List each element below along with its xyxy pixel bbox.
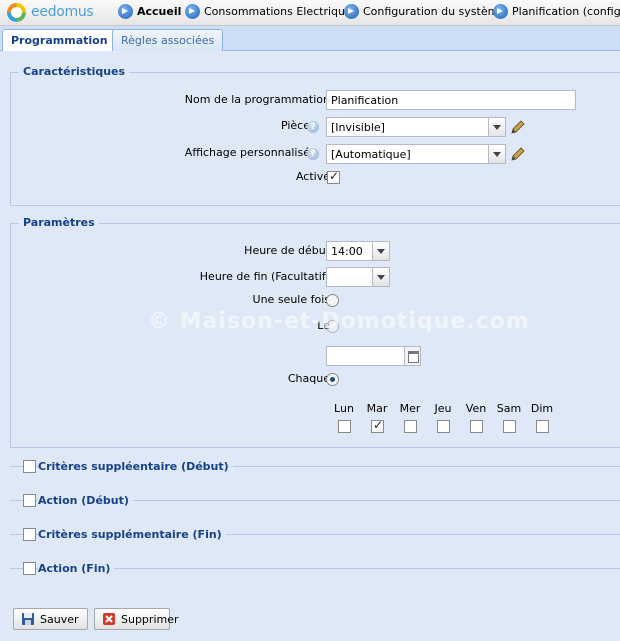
piece-select[interactable]: [Invisible] <box>326 117 506 137</box>
parameters-fieldset: Paramètres Heure de début 14:00 Heure de… <box>10 216 620 448</box>
help-icon[interactable]: ? <box>307 148 319 160</box>
pencil-edit-icon[interactable] <box>510 146 526 162</box>
tab-programmation[interactable]: Programmation <box>2 29 117 52</box>
active-checkbox[interactable] <box>327 169 340 184</box>
piece-label: Pièce <box>280 119 310 132</box>
chevron-down-icon[interactable] <box>372 268 389 286</box>
pencil-edit-icon[interactable] <box>510 119 526 135</box>
day-label-mar: Mar <box>366 402 388 415</box>
section-criteria-end-title[interactable]: Critères supplémentaire (Fin) <box>38 528 226 541</box>
parameters-legend: Paramètres <box>19 216 99 229</box>
name-input[interactable]: Planification <box>326 90 576 110</box>
day-checkbox-mer[interactable] <box>404 420 417 433</box>
form-panel: Caractéristiques Nom de la programmation… <box>0 51 620 641</box>
save-button[interactable]: Sauver <box>13 608 88 630</box>
date-input[interactable] <box>326 346 421 366</box>
end-time-select[interactable] <box>326 267 390 287</box>
section-toggle-criteria-end[interactable] <box>23 528 36 541</box>
arrow-circle-icon <box>118 4 133 19</box>
section-action-start-title[interactable]: Action (Début) <box>38 494 133 507</box>
day-checkbox-mar[interactable] <box>371 418 384 433</box>
display-select[interactable]: [Automatique] <box>326 144 506 164</box>
characteristics-legend: Caractéristiques <box>19 65 130 78</box>
day-checkbox-jeu[interactable] <box>437 420 450 433</box>
once-label: Une seule fois <box>252 293 330 306</box>
section-toggle-criteria-start[interactable] <box>23 460 36 473</box>
section-criteria-start-title[interactable]: Critères suppléentaire (Début) <box>38 460 233 473</box>
arrow-circle-icon <box>344 4 359 19</box>
section-action-end-title[interactable]: Action (Fin) <box>38 562 115 575</box>
active-label: Activé <box>295 170 330 183</box>
day-label-mer: Mer <box>399 402 421 415</box>
delete-button-label: Supprimer <box>121 613 179 626</box>
top-navigation-bar: eedomus Accueil Consommations Electrique… <box>0 0 620 26</box>
day-label-ven: Ven <box>465 402 487 415</box>
day-checkbox-lun[interactable] <box>338 420 351 433</box>
nav-accueil[interactable]: Accueil <box>118 4 188 22</box>
day-checkbox-ven[interactable] <box>470 420 483 433</box>
nav-consommations[interactable]: Consommations Electriques <box>185 4 357 22</box>
chevron-down-icon[interactable] <box>488 145 505 163</box>
on-date-radio[interactable] <box>326 320 339 333</box>
day-label-jeu: Jeu <box>434 402 452 415</box>
start-time-select[interactable]: 14:00 <box>326 241 390 261</box>
display-label: Affichage personnalisé <box>184 146 310 159</box>
once-radio[interactable] <box>326 294 339 307</box>
delete-button[interactable]: Supprimer <box>94 608 179 630</box>
section-toggle-action-end[interactable] <box>23 562 36 575</box>
section-toggle-action-start[interactable] <box>23 494 36 507</box>
floppy-disk-icon <box>22 613 34 625</box>
each-label: Chaque <box>287 372 330 385</box>
logo-ring-icon <box>7 3 26 22</box>
chevron-down-icon[interactable] <box>372 242 389 260</box>
delete-x-icon <box>103 613 115 625</box>
nav-planification[interactable]: Planification (configura <box>493 4 620 22</box>
tab-bar: Programmation Règles associées <box>0 26 620 52</box>
day-label-lun: Lun <box>334 402 354 415</box>
save-button-label: Sauver <box>40 613 79 626</box>
nav-configuration[interactable]: Configuration du système <box>344 4 505 22</box>
help-icon[interactable]: ? <box>307 121 319 133</box>
arrow-circle-icon <box>185 4 200 19</box>
chevron-down-icon[interactable] <box>488 118 505 136</box>
arrow-circle-icon <box>493 4 508 19</box>
logo-text: eedomus <box>31 4 94 20</box>
end-time-label: Heure de fin (Facultatif) <box>199 270 330 283</box>
day-checkbox-sam[interactable] <box>503 420 516 433</box>
day-label-dim: Dim <box>530 402 554 415</box>
characteristics-fieldset: Caractéristiques Nom de la programmation… <box>10 65 620 206</box>
day-label-sam: Sam <box>496 402 522 415</box>
name-label: Nom de la programmation <box>184 93 330 106</box>
each-radio[interactable] <box>326 373 339 386</box>
tab-regles-associees[interactable]: Règles associées <box>112 29 224 51</box>
start-time-label: Heure de début <box>244 244 330 257</box>
calendar-icon[interactable] <box>404 347 420 365</box>
day-checkbox-dim[interactable] <box>536 420 549 433</box>
